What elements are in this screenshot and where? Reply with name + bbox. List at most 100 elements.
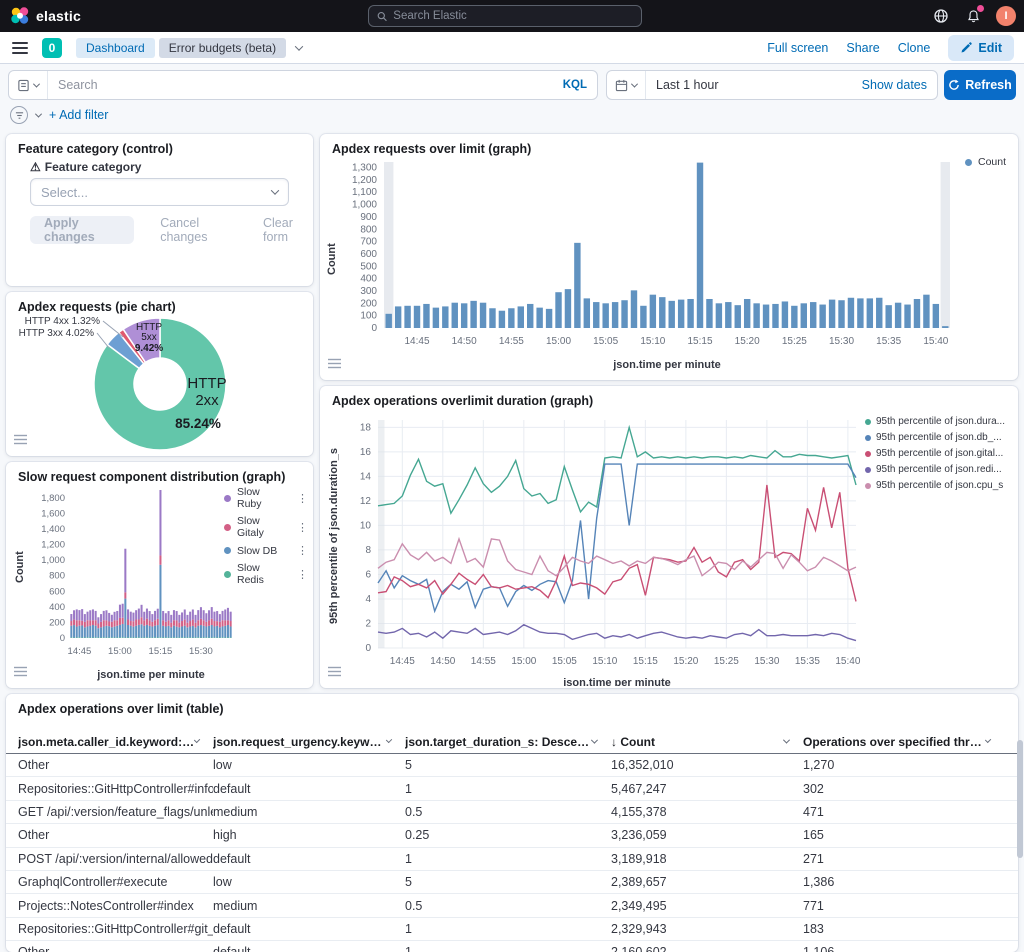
table-cell: default [213, 848, 405, 870]
legend-toggle-icon[interactable] [14, 664, 27, 682]
panel-title: Apdex operations overlimit duration (gra… [320, 386, 1018, 408]
legend-item[interactable]: 95th percentile of json.cpu_s [865, 480, 1015, 491]
kql-label[interactable]: KQL [553, 79, 597, 91]
svg-text:600: 600 [49, 586, 65, 597]
column-header[interactable]: json.meta.caller_id.keyword: Desce... [18, 730, 213, 753]
table-cell: 16,352,010 [611, 754, 803, 776]
space-badge[interactable]: 0 [42, 38, 62, 58]
chart-legend: Count [965, 156, 1006, 168]
elastic-logo[interactable]: elastic [0, 6, 81, 26]
table-cell: default [213, 941, 405, 952]
column-header[interactable]: json.target_duration_s: Descending [405, 730, 611, 753]
svg-text:16: 16 [360, 447, 372, 458]
kebab-menu-icon[interactable]: ⋮ [287, 568, 308, 581]
notification-dot [977, 5, 984, 12]
legend-item[interactable]: Slow Gitaly⋮ [224, 515, 308, 539]
table-cell: 1,386 [803, 871, 1004, 893]
time-range-value[interactable]: Last 1 hour [646, 78, 862, 92]
feature-category-select[interactable]: Select... [30, 178, 289, 206]
svg-text:14:45: 14:45 [68, 646, 92, 657]
date-picker[interactable]: Last 1 hour Show dates [606, 70, 938, 100]
chevron-down-icon[interactable] [35, 110, 42, 117]
table-row[interactable]: Otherlow516,352,0101,270 [6, 754, 1018, 777]
legend-toggle-icon[interactable] [14, 432, 27, 450]
global-search-input[interactable] [393, 10, 633, 22]
panel-apdex-requests-pie: Apdex requests (pie chart) HTTP 4xx 1.32… [6, 292, 313, 456]
table-cell: 5 [405, 871, 611, 893]
column-header[interactable]: ↓ Count [611, 730, 803, 753]
table-row[interactable]: Otherdefault12,160,6021,106 [6, 941, 1018, 952]
table-row[interactable]: GraphqlController#executelow52,389,6571,… [6, 871, 1018, 894]
table-row[interactable]: Otherhigh0.253,236,059165 [6, 824, 1018, 847]
legend-item[interactable]: Slow DB⋮ [224, 544, 308, 557]
svg-text:15:15: 15:15 [688, 336, 713, 347]
kql-search-bar[interactable]: KQL [8, 70, 598, 100]
svg-text:15:00: 15:00 [108, 646, 132, 657]
saved-query-icon [17, 79, 30, 92]
edit-button[interactable]: Edit [948, 35, 1014, 61]
refresh-button[interactable]: Refresh [944, 70, 1016, 100]
table-row[interactable]: Repositories::GitHttpController#git_upl.… [6, 918, 1018, 941]
bar-chart[interactable]: 01002003004005006007008009001,0001,1001,… [326, 156, 1014, 374]
legend-toggle-icon[interactable] [328, 356, 341, 374]
calendar-menu[interactable] [607, 71, 646, 99]
svg-text:800: 800 [360, 224, 377, 235]
pie-chart[interactable]: HTTP 4xx 1.32%HTTP 3xx 4.02%HTTP5xx9.42%… [6, 314, 313, 454]
svg-text:json.time per minute: json.time per minute [562, 677, 671, 686]
share-button[interactable]: Share [846, 41, 879, 55]
column-header[interactable]: json.request_urgency.keyword: Des... [213, 730, 405, 753]
legend-dot [224, 524, 231, 531]
kebab-menu-icon[interactable]: ⋮ [287, 492, 308, 505]
stacked-bar-chart[interactable]: 02004006008001,0001,2001,4001,6001,80014… [24, 484, 242, 684]
table-row[interactable]: POST /api/:version/internal/alloweddefau… [6, 848, 1018, 871]
full-screen-button[interactable]: Full screen [767, 41, 828, 55]
clone-button[interactable]: Clone [898, 41, 931, 55]
svg-text:9.42%: 9.42% [135, 343, 163, 354]
table-row[interactable]: Projects::NotesController#indexmedium0.5… [6, 894, 1018, 917]
svg-text:15:30: 15:30 [754, 656, 779, 667]
legend-item[interactable]: Slow Ruby⋮ [224, 486, 308, 510]
clear-form-button[interactable]: Clear form [263, 216, 313, 244]
chevron-down-icon[interactable] [591, 737, 598, 744]
legend-item[interactable]: 95th percentile of json.db_... [865, 432, 1015, 443]
scrollbar-track[interactable] [1016, 64, 1023, 952]
table-cell: Other [18, 824, 213, 846]
line-chart[interactable]: 02468101214161814:4514:5014:5515:0015:05… [342, 410, 902, 686]
table-row[interactable]: Repositories::GitHttpController#info_ref… [6, 777, 1018, 800]
svg-text:14: 14 [360, 471, 372, 482]
legend-item[interactable]: Slow Redis⋮ [224, 562, 308, 586]
legend-item[interactable]: 95th percentile of json.dura... [865, 416, 1015, 427]
scrollbar-thumb[interactable] [1017, 740, 1023, 858]
kebab-menu-icon[interactable]: ⋮ [287, 521, 308, 534]
filter-icon[interactable] [10, 106, 28, 124]
svg-text:2: 2 [365, 618, 371, 629]
svg-text:600: 600 [360, 249, 377, 260]
breadcrumb-dashboard[interactable]: Dashboard [76, 38, 155, 58]
apply-changes-button[interactable]: Apply changes [30, 216, 134, 244]
legend-item[interactable]: 95th percentile of json.gital... [865, 448, 1015, 459]
svg-text:700: 700 [360, 237, 377, 248]
legend-toggle-icon[interactable] [328, 664, 341, 682]
svg-text:400: 400 [360, 274, 377, 285]
legend-item[interactable]: 95th percentile of json.redi... [865, 464, 1015, 475]
chevron-down-icon[interactable] [783, 737, 790, 744]
app-header: elastic I [0, 0, 1024, 32]
legend-dot [224, 495, 231, 502]
saved-query-menu[interactable] [9, 71, 48, 99]
table-row[interactable]: GET /api/:version/feature_flags/unleash.… [6, 801, 1018, 824]
notifications-bell-icon[interactable] [964, 7, 982, 25]
column-header[interactable]: Operations over specified threshold... [803, 730, 1004, 753]
add-filter-button[interactable]: + Add filter [49, 108, 108, 122]
chevron-down-icon[interactable] [295, 42, 303, 50]
user-avatar[interactable]: I [996, 6, 1016, 26]
svg-text:15:05: 15:05 [552, 656, 577, 667]
query-input[interactable] [48, 78, 553, 92]
deployment-icon[interactable] [932, 7, 950, 25]
svg-text:200: 200 [360, 298, 377, 309]
legend-item[interactable]: Count [965, 156, 1006, 168]
cancel-changes-button[interactable]: Cancel changes [160, 216, 237, 244]
menu-icon[interactable] [12, 42, 28, 54]
global-search[interactable] [368, 5, 642, 27]
kebab-menu-icon[interactable]: ⋮ [287, 544, 308, 557]
show-dates-button[interactable]: Show dates [862, 78, 937, 92]
